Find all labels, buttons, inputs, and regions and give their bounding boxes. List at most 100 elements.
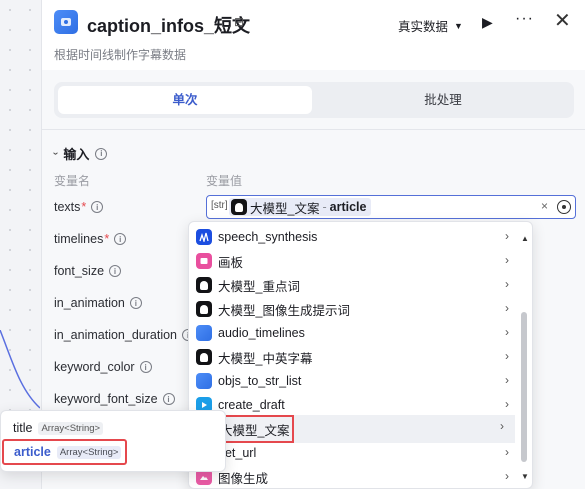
mode-tabs: 单次 批处理 — [54, 82, 574, 118]
play-icon[interactable]: ▶ — [482, 14, 493, 31]
canvas-icon — [196, 253, 212, 269]
section-title: 输入 — [63, 147, 90, 162]
node-option-label: 大模型_图像生成提示词 — [218, 303, 350, 318]
node-option-label: objs_to_str_list — [218, 374, 302, 388]
param-name: texts — [54, 200, 81, 214]
param-label-in-animation-duration: in_animation_duration i — [54, 328, 195, 342]
page-description: 根据时间线制作字幕数据 — [54, 48, 187, 62]
node-option-create-draft[interactable]: create_draft › — [189, 393, 513, 417]
info-icon[interactable]: i — [114, 233, 127, 245]
clear-icon[interactable]: × — [541, 199, 548, 213]
param-name: font_size — [54, 264, 105, 278]
canvas-connection-line — [0, 330, 40, 409]
node-option-image-gen[interactable]: 图像生成 › — [189, 465, 513, 488]
chevron-right-icon: › — [505, 397, 509, 411]
scroll-up-icon[interactable]: ▲ — [521, 234, 529, 243]
info-icon[interactable]: i — [129, 297, 142, 309]
llm-icon — [196, 301, 212, 317]
info-icon[interactable]: i — [162, 393, 175, 405]
node-option-bilingual-captions[interactable]: 大模型_中英字幕 › — [189, 345, 513, 369]
node-option-canvas[interactable]: 画板 › — [189, 249, 513, 273]
chevron-right-icon: › — [505, 301, 509, 315]
tab-single[interactable]: 单次 — [58, 86, 312, 114]
column-header-value: 变量值 — [206, 174, 243, 188]
llm-icon — [196, 349, 212, 365]
node-option-label: create_draft — [218, 398, 285, 412]
node-option-objs-to-str-list[interactable]: objs_to_str_list › — [189, 369, 513, 393]
input-section-header[interactable]: › 输入 i — [50, 144, 108, 163]
node-option-label: 大模型_文案 — [220, 423, 290, 438]
node-option-label: 大模型_中英字幕 — [218, 351, 313, 366]
node-option-speech-synthesis[interactable]: speech_synthesis › — [189, 225, 513, 249]
output-type: Array<String> — [56, 445, 122, 459]
chevron-icon: › — [50, 151, 62, 156]
wave-icon — [196, 229, 212, 245]
node-option-label: audio_timelines — [218, 326, 305, 340]
llm-icon — [231, 199, 247, 215]
close-icon[interactable]: ✕ — [554, 10, 571, 32]
param-name: in_animation — [54, 296, 125, 310]
param-name: keyword_font_size — [54, 392, 158, 406]
output-option-title[interactable]: title Array<String> — [13, 421, 104, 435]
param-name: in_animation_duration — [54, 328, 178, 342]
tab-batch[interactable]: 批处理 — [316, 86, 570, 114]
scroll-down-icon[interactable]: ▼ — [521, 472, 529, 481]
output-name: article — [14, 445, 51, 459]
data-mode-select[interactable]: 真实数据 ▼ — [398, 16, 463, 35]
required-mark: * — [81, 200, 87, 214]
ref-separator: - — [322, 200, 327, 214]
node-option-audio-timelines[interactable]: audio_timelines › — [189, 321, 513, 345]
info-icon[interactable]: i — [139, 361, 152, 373]
scroll-thumb[interactable] — [521, 312, 527, 462]
chevron-right-icon: › — [500, 419, 504, 433]
param-label-keyword-color: keyword_color i — [54, 360, 152, 374]
param-label-in-animation: in_animation i — [54, 296, 142, 310]
edit-icon[interactable]: ⊟ — [234, 15, 244, 29]
param-label-font-size: font_size i — [54, 264, 122, 278]
node-picker-dropdown: speech_synthesis › 画板 › 大模型_重点词 › 大模型_图像… — [188, 221, 533, 489]
chevron-right-icon: › — [505, 325, 509, 339]
param-name: keyword_color — [54, 360, 135, 374]
output-type: Array<String> — [38, 421, 104, 435]
chevron-right-icon: › — [505, 253, 509, 267]
caret-down-icon: ▼ — [454, 20, 463, 31]
node-option-label: 大模型_重点词 — [218, 279, 300, 294]
chevron-right-icon: › — [505, 445, 509, 459]
node-option-keywords[interactable]: 大模型_重点词 › — [189, 273, 513, 297]
variable-picker-icon[interactable] — [557, 200, 571, 214]
dropdown-scrollbar[interactable]: ▲ ▼ — [518, 228, 532, 486]
node-option-image-prompt[interactable]: 大模型_图像生成提示词 › — [189, 297, 513, 321]
plugin-icon — [54, 10, 78, 34]
chevron-right-icon: › — [505, 277, 509, 291]
type-tag: [str] — [211, 200, 228, 211]
info-icon[interactable]: i — [91, 201, 104, 213]
node-option-get-url[interactable]: get_url › — [189, 441, 513, 465]
ref-node-name: 大模型_文案 — [250, 201, 320, 216]
variable-reference-chip[interactable]: 大模型_文案 - article — [229, 198, 372, 216]
param-label-texts: texts * i — [54, 200, 104, 214]
chevron-right-icon: › — [505, 349, 509, 363]
plugin-icon — [196, 325, 212, 341]
divider — [42, 129, 585, 130]
output-name: title — [13, 421, 33, 435]
ref-field-name: article — [329, 200, 367, 214]
node-option-label: speech_synthesis — [218, 230, 318, 244]
chevron-right-icon: › — [505, 229, 509, 243]
more-icon[interactable]: ··· — [515, 10, 534, 28]
param-label-timelines: timelines * i — [54, 232, 127, 246]
output-option-article[interactable]: article Array<String> — [2, 439, 128, 465]
info-icon[interactable]: i — [109, 265, 122, 277]
column-header-name: 变量名 — [54, 174, 91, 188]
texts-value-field[interactable]: [str] 大模型_文案 - article × — [206, 195, 576, 219]
chevron-right-icon: › — [505, 373, 509, 387]
page-title: caption_infos_短文 — [87, 16, 251, 36]
info-icon[interactable]: i — [95, 147, 108, 160]
required-mark: * — [104, 232, 110, 246]
param-name: timelines — [54, 232, 104, 246]
chevron-right-icon: › — [505, 469, 509, 483]
node-option-label: 画板 — [218, 255, 244, 270]
node-option-label: 图像生成 — [218, 471, 269, 486]
param-label-keyword-font-size: keyword_font_size i — [54, 392, 175, 406]
panel-header: caption_infos_短文 ⊟ 根据时间线制作字幕数据 真实数据 ▼ ▶ … — [42, 0, 585, 70]
llm-icon — [196, 277, 212, 293]
